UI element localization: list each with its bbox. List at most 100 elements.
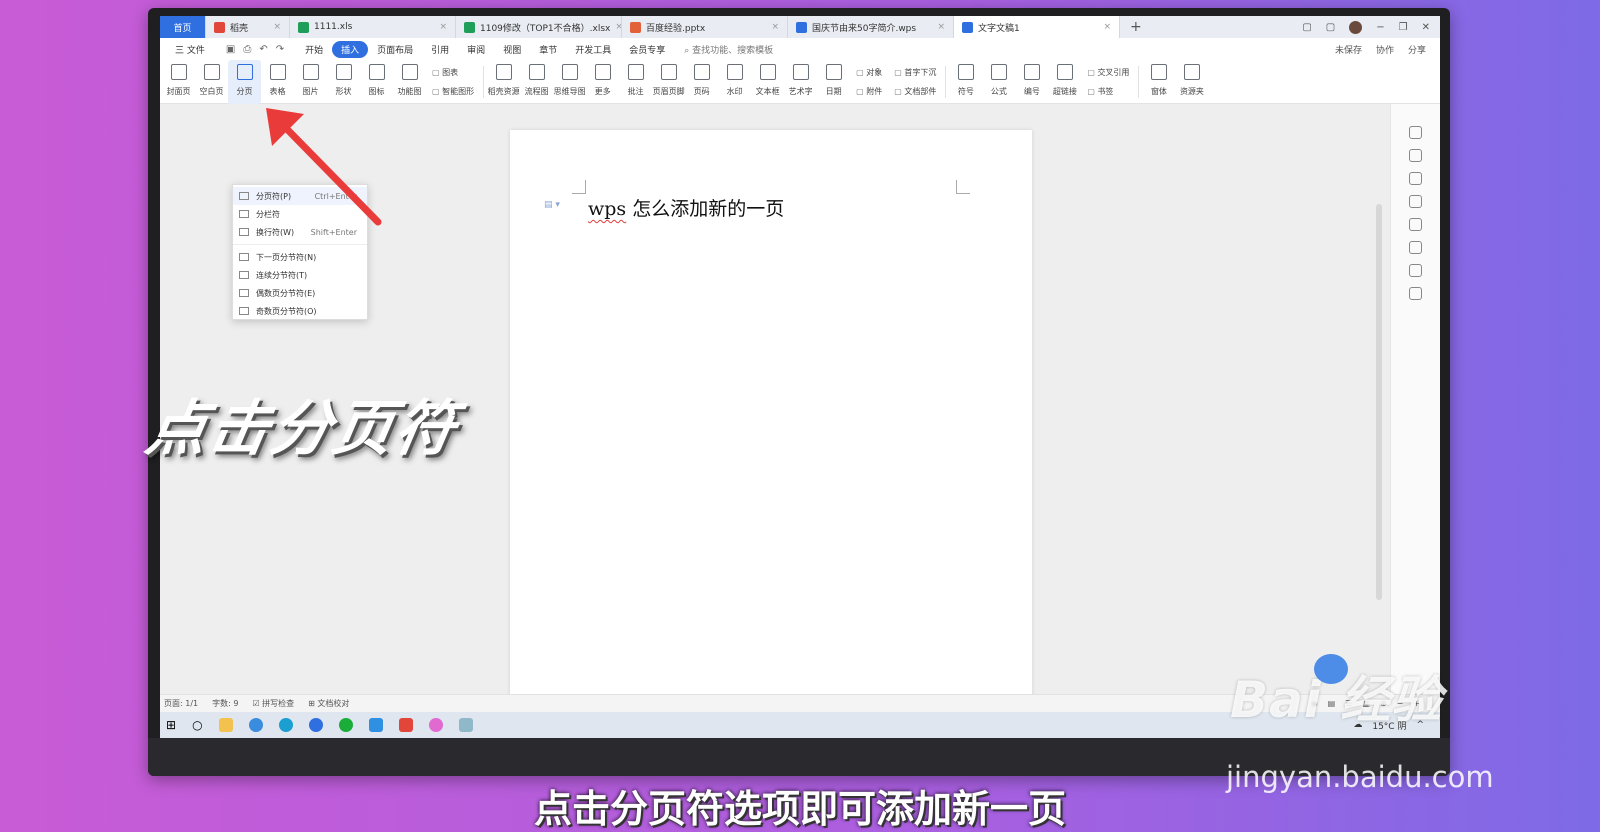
ribbon-small-button[interactable]: 对象	[856, 67, 882, 78]
menu-tab-3[interactable]: 引用	[422, 41, 458, 58]
spell-check-toggle[interactable]: ☑ 拼写检查	[252, 698, 294, 709]
photos-icon[interactable]	[428, 718, 443, 732]
dropdown-item-4[interactable]: 连续分节符(T)	[233, 266, 367, 284]
proofread-button[interactable]: ⊞ 文档校对	[308, 698, 349, 709]
ribbon-button-buttons3-2[interactable]: 编号	[1015, 60, 1048, 104]
ribbon-small-button[interactable]: 文档部件	[894, 86, 936, 97]
menu-tab-1[interactable]: 插入	[332, 40, 369, 58]
save-icon[interactable]: ▣	[226, 44, 235, 55]
close-window-icon[interactable]: ✕	[1422, 22, 1430, 33]
ribbon-button-buttons3-0[interactable]: 符号	[949, 60, 982, 104]
ribbon-button-buttons2-1[interactable]: 流程图	[520, 60, 553, 104]
tab-4[interactable]: 百度经验.pptx ×	[622, 16, 788, 38]
feishu-icon[interactable]	[368, 718, 383, 732]
document-text[interactable]: wps 怎么添加新的一页	[588, 194, 784, 221]
search-box[interactable]: ⌕ 查找功能、搜索模板	[674, 43, 773, 56]
undo-icon[interactable]: ↶	[259, 44, 267, 55]
ribbon-button-buttons2-6[interactable]: 页码	[685, 60, 718, 104]
ribbon-small-button[interactable]: 书签	[1087, 86, 1129, 97]
ribbon-button-buttons2-2[interactable]: 思维导图	[553, 60, 586, 104]
tab-0[interactable]: 首页	[160, 16, 206, 38]
search-circle-icon[interactable]: ○	[192, 718, 202, 732]
ribbon-button-buttons2-5[interactable]: 页眉页脚	[652, 60, 685, 104]
vertical-scrollbar[interactable]	[1376, 204, 1382, 600]
menu-action-0[interactable]: 未保存	[1335, 43, 1362, 56]
minimize-icon[interactable]: −	[1376, 22, 1384, 33]
dropdown-item-5[interactable]: 偶数页分节符(E)	[233, 284, 367, 302]
ribbon-button-buttons4-0[interactable]: 窗体	[1142, 60, 1175, 104]
avatar[interactable]	[1349, 20, 1363, 34]
wps-icon[interactable]	[398, 718, 413, 732]
file-menu[interactable]: 三 文件	[166, 41, 214, 58]
ribbon-button-buttons2-9[interactable]: 艺术字	[784, 60, 817, 104]
close-icon[interactable]: ×	[771, 22, 779, 32]
ribbon-button-buttons4-1[interactable]: 资源夹	[1175, 60, 1208, 104]
ribbon-button-buttons2-4[interactable]: 批注	[619, 60, 652, 104]
ribbon-button-buttons2-0[interactable]: 稻壳资源	[487, 60, 520, 104]
wechat-icon[interactable]	[338, 718, 353, 732]
menu-action-1[interactable]: 协作	[1376, 43, 1394, 56]
settings-icon[interactable]	[1409, 195, 1422, 208]
print-icon[interactable]: ⎙	[243, 44, 251, 55]
ribbon-small-button[interactable]: 图表	[432, 67, 474, 78]
close-icon[interactable]: ×	[615, 22, 621, 32]
new-tab-button[interactable]: +	[1120, 19, 1152, 35]
restore-icon[interactable]: ❐	[1399, 22, 1408, 33]
menu-tab-5[interactable]: 视图	[494, 41, 530, 58]
help-icon[interactable]	[1409, 218, 1422, 231]
ribbon-button-buttons2-8[interactable]: 文本框	[751, 60, 784, 104]
ribbon-button-buttons-1[interactable]: 空白页	[195, 60, 228, 104]
pen-icon[interactable]	[1409, 149, 1422, 162]
ribbon-button-buttons3-1[interactable]: 公式	[982, 60, 1015, 104]
image-icon[interactable]	[1409, 241, 1422, 254]
menu-tab-2[interactable]: 页面布局	[368, 41, 422, 58]
dropdown-item-6[interactable]: 奇数页分节符(O)	[233, 302, 367, 320]
dropdown-item-3[interactable]: 下一页分节符(N)	[233, 248, 367, 266]
browser-icon[interactable]	[308, 718, 323, 732]
grid-icon[interactable]: ▢	[1326, 22, 1335, 33]
tab-1[interactable]: 稻壳 ×	[206, 16, 290, 38]
ribbon-button-buttons-4[interactable]: 图片	[294, 60, 327, 104]
document-page[interactable]: ▤ ▾ wps 怎么添加新的一页	[510, 130, 1032, 696]
ribbon-button-buttons-0[interactable]: 封面页	[162, 60, 195, 104]
menu-tab-0[interactable]: 开始	[296, 41, 332, 58]
ribbon-button-buttons-5[interactable]: 形状	[327, 60, 360, 104]
select-icon[interactable]	[1409, 172, 1422, 185]
book-icon[interactable]	[1409, 287, 1422, 300]
close-icon[interactable]: ×	[439, 22, 447, 32]
redo-icon[interactable]: ↷	[276, 44, 284, 55]
menu-tab-6[interactable]: 章节	[530, 41, 566, 58]
tab-2[interactable]: 1111.xls ×	[290, 16, 456, 38]
word-count[interactable]: 字数: 9	[212, 698, 238, 709]
menu-tab-7[interactable]: 开发工具	[566, 41, 620, 58]
close-icon[interactable]: ×	[273, 22, 281, 32]
ribbon-button-buttons2-10[interactable]: 日期	[817, 60, 850, 104]
ribbon-button-buttons-7[interactable]: 功能图	[393, 60, 426, 104]
notes-icon[interactable]	[458, 718, 473, 732]
menu-tab-8[interactable]: 会员专享	[620, 41, 674, 58]
windows-start-icon[interactable]: ⊞	[166, 718, 176, 732]
ribbon-button-buttons2-3[interactable]: 更多	[586, 60, 619, 104]
tab-6[interactable]: 文字文稿1 ×	[954, 16, 1120, 38]
ribbon-small-button[interactable]: 交叉引用	[1087, 67, 1129, 78]
tab-3[interactable]: 1109修改（TOP1不合格）.xlsx ×	[456, 16, 622, 38]
close-icon[interactable]: ×	[1103, 22, 1111, 32]
ribbon-small-button[interactable]: 首字下沉	[894, 67, 936, 78]
ribbon-button-buttons-6[interactable]: 图标	[360, 60, 393, 104]
edge-icon[interactable]	[278, 718, 293, 732]
search-app-icon[interactable]	[248, 718, 263, 732]
ribbon-button-buttons-3[interactable]: 表格	[261, 60, 294, 104]
ribbon-small-button[interactable]: 智能图形	[432, 86, 474, 97]
menu-tab-4[interactable]: 审阅	[458, 41, 494, 58]
share-icon[interactable]	[1409, 264, 1422, 277]
ribbon-button-buttons3-3[interactable]: 超链接	[1048, 60, 1081, 104]
file-explorer-icon[interactable]	[218, 718, 233, 732]
paragraph-handle-icon[interactable]: ▤ ▾	[544, 200, 560, 210]
style-icon[interactable]	[1409, 126, 1422, 139]
layout-icon[interactable]: ▢	[1302, 22, 1311, 33]
ribbon-button-buttons2-7[interactable]: 水印	[718, 60, 751, 104]
ribbon-button-buttons-2[interactable]: 分页	[228, 60, 261, 104]
ribbon-small-button[interactable]: 附件	[856, 86, 882, 97]
menu-action-2[interactable]: 分享	[1408, 43, 1426, 56]
close-icon[interactable]: ×	[937, 22, 945, 32]
